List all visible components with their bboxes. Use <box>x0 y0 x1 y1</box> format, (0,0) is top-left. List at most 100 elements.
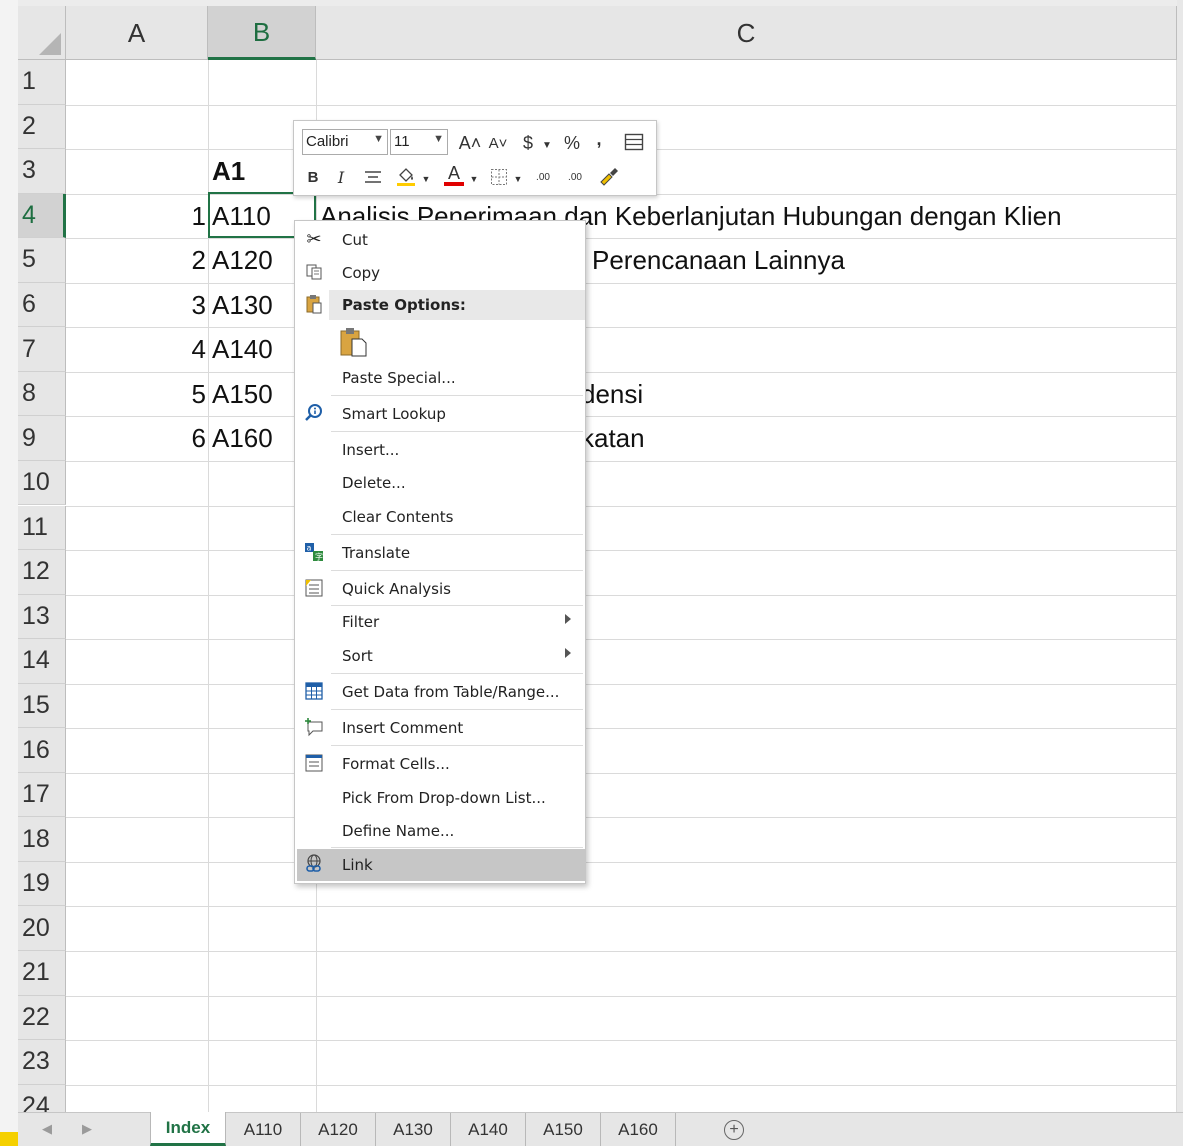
menu-item-label: Format Cells... <box>342 755 450 773</box>
row-header[interactable]: 21 <box>18 951 66 996</box>
sheet-tab-a140[interactable]: A140 <box>451 1113 526 1146</box>
menu-item-translate[interactable]: a字 Translate <box>297 538 585 568</box>
cell-a6[interactable]: 3 <box>66 283 208 327</box>
grid-line <box>66 728 1177 730</box>
currency-button[interactable]: $ <box>516 131 540 155</box>
align-center-icon[interactable] <box>362 165 384 189</box>
menu-item-quick-analysis[interactable]: Quick Analysis <box>297 574 585 604</box>
row-header[interactable]: 1 <box>18 60 66 105</box>
cell-a7[interactable]: 4 <box>66 327 208 371</box>
cell-b5[interactable]: A120 <box>212 238 273 282</box>
cell-c9[interactable]: katan <box>581 416 645 460</box>
row-header[interactable]: 11 <box>18 505 66 550</box>
decrease-font-size-button[interactable]: A˅ <box>486 131 510 155</box>
chevron-down-icon[interactable]: ▼ <box>540 133 554 157</box>
increase-font-size-button[interactable]: A˄ <box>458 131 482 155</box>
sheet-tab-a130[interactable]: A130 <box>376 1113 451 1146</box>
menu-item-label: Pick From Drop-down List... <box>342 789 546 807</box>
menu-item-pick-from-list[interactable]: Pick From Drop-down List... <box>297 783 585 813</box>
fill-color-icon[interactable] <box>394 164 418 188</box>
add-sheet-plus-icon[interactable]: + <box>724 1120 744 1140</box>
menu-item-format-cells[interactable]: Format Cells... <box>297 749 585 779</box>
row-header[interactable]: 8 <box>18 371 66 417</box>
chevron-down-icon[interactable]: ▼ <box>420 167 432 191</box>
row-header[interactable]: 3 <box>18 149 66 194</box>
column-header-c[interactable]: C <box>316 6 1177 60</box>
row-header[interactable]: 5 <box>18 238 66 283</box>
menu-item-copy[interactable]: Copy <box>297 258 585 288</box>
scroll-tabs-right-icon[interactable]: ▶ <box>82 1121 92 1137</box>
menu-item-get-data[interactable]: Get Data from Table/Range... <box>297 677 585 707</box>
format-table-icon[interactable] <box>622 130 646 154</box>
cell-a4[interactable]: 1 <box>66 194 208 238</box>
row-header[interactable]: 23 <box>18 1040 66 1085</box>
row-header[interactable]: 22 <box>18 995 66 1041</box>
comma-style-button[interactable]: , <box>590 127 608 151</box>
paste-option-keep-formatting[interactable] <box>337 325 371 359</box>
svg-text:a: a <box>307 544 312 553</box>
scroll-tabs-left-icon[interactable]: ◀ <box>42 1121 52 1137</box>
font-size-box[interactable]: 11 ▼ <box>390 129 448 155</box>
row-header[interactable]: 24 <box>18 1084 66 1112</box>
cell-c8[interactable]: densi <box>581 372 643 416</box>
cell-b7[interactable]: A140 <box>212 327 273 371</box>
menu-item-insert[interactable]: Insert... <box>297 435 585 465</box>
menu-item-insert-comment[interactable]: Insert Comment <box>297 713 585 743</box>
paste-options-icon-cell <box>297 290 329 320</box>
row-header[interactable]: 15 <box>18 683 66 729</box>
italic-button[interactable]: I <box>332 165 350 189</box>
sheet-tab-a150[interactable]: A150 <box>526 1113 601 1146</box>
increase-decimal-button[interactable]: .00 <box>528 165 558 189</box>
row-header[interactable]: 2 <box>18 104 66 150</box>
borders-icon[interactable] <box>488 165 510 189</box>
row-header[interactable]: 10 <box>18 460 66 506</box>
cell-a9[interactable]: 6 <box>66 416 208 460</box>
cell-b9[interactable]: A160 <box>212 416 273 460</box>
menu-item-delete[interactable]: Delete... <box>297 468 585 498</box>
font-size-value: 11 <box>394 133 410 150</box>
row-header[interactable]: 20 <box>18 906 66 951</box>
select-all-corner[interactable] <box>18 6 66 60</box>
percent-button[interactable]: % <box>560 131 584 155</box>
row-header[interactable]: 19 <box>18 861 66 907</box>
column-header-b[interactable]: B <box>208 6 316 60</box>
row-header[interactable]: 12 <box>18 550 66 595</box>
font-name-box[interactable]: Calibri ▼ <box>302 129 388 155</box>
sheet-tab-a120[interactable]: A120 <box>301 1113 376 1146</box>
grid-line <box>66 550 1177 552</box>
row-header[interactable]: 13 <box>18 594 66 640</box>
menu-item-smart-lookup[interactable]: Smart Lookup <box>297 399 585 429</box>
cell-c5[interactable]: Perencanaan Lainnya <box>592 238 845 282</box>
row-header[interactable]: 14 <box>18 639 66 684</box>
cell-b6[interactable]: A130 <box>212 283 273 327</box>
column-header-a[interactable]: A <box>66 6 208 60</box>
menu-item-define-name[interactable]: Define Name... <box>297 816 585 846</box>
row-header[interactable]: 7 <box>18 327 66 372</box>
row-header[interactable]: 17 <box>18 772 66 818</box>
menu-item-link[interactable]: Link <box>297 849 585 881</box>
cell-b3[interactable]: A1 <box>212 149 245 193</box>
row-header[interactable]: 18 <box>18 817 66 862</box>
row-header[interactable]: 9 <box>18 416 66 461</box>
cell-a5[interactable]: 2 <box>66 238 208 282</box>
sheet-tab-a160[interactable]: A160 <box>601 1113 676 1146</box>
chevron-down-icon[interactable]: ▼ <box>512 167 524 191</box>
decrease-decimal-button[interactable]: .00 <box>560 165 590 189</box>
sheet-tab-a110[interactable]: A110 <box>226 1113 301 1146</box>
cell-a8[interactable]: 5 <box>66 372 208 416</box>
menu-item-sort[interactable]: Sort <box>297 641 585 671</box>
bold-button[interactable]: B <box>302 165 324 189</box>
quick-analysis-icon <box>303 577 325 599</box>
format-painter-icon[interactable] <box>596 164 622 188</box>
row-header[interactable]: 6 <box>18 282 66 328</box>
row-header[interactable]: 4 <box>18 193 66 239</box>
menu-item-paste-special[interactable]: Paste Special... <box>297 363 585 393</box>
cell-b8[interactable]: A150 <box>212 372 273 416</box>
menu-item-clear-contents[interactable]: Clear Contents <box>297 502 585 532</box>
menu-item-cut[interactable]: ✂ Cut <box>297 225 585 255</box>
sheet-tab-index[interactable]: Index <box>150 1112 226 1146</box>
row-header[interactable]: 16 <box>18 728 66 773</box>
font-color-button[interactable]: A <box>442 163 466 187</box>
menu-item-filter[interactable]: Filter <box>297 607 585 637</box>
chevron-down-icon[interactable]: ▼ <box>468 167 480 191</box>
